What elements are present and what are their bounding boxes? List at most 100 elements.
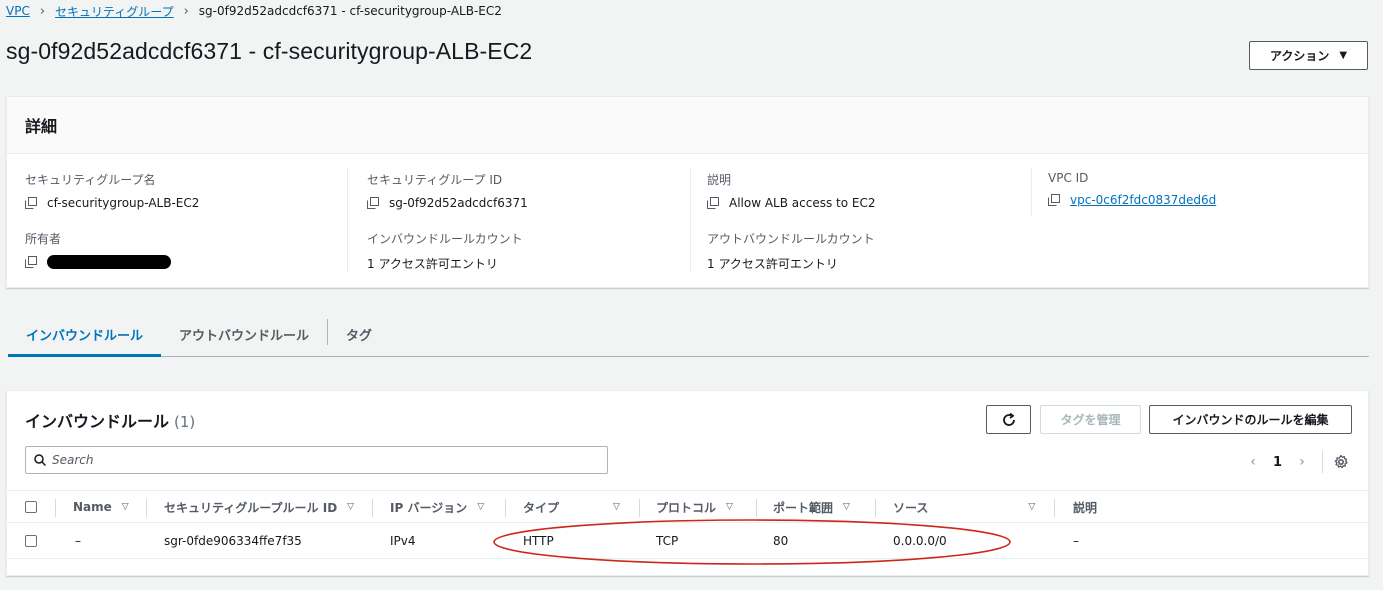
column-label: セキュリティグループルール ID (164, 500, 338, 515)
column-label: プロトコル (656, 500, 717, 515)
sg-id-value: sg-0f92d52adcdcf6371 (389, 196, 528, 210)
chevron-left-icon[interactable]: ‹ (1245, 454, 1261, 470)
column-divider (875, 499, 876, 517)
actions-button[interactable]: アクション ▼ (1249, 41, 1368, 70)
chevron-right-icon[interactable]: › (1294, 454, 1310, 470)
breadcrumb-vpc-link[interactable]: VPC (6, 4, 30, 18)
column-header-name[interactable]: Name ▽ (73, 491, 129, 523)
pagination-divider (1322, 451, 1324, 473)
row-checkbox[interactable] (25, 534, 37, 547)
column-divider (1054, 499, 1055, 517)
details-title: 詳細 (25, 117, 58, 136)
sort-icon: ▽ (477, 502, 485, 512)
cell-port-range: 80 (773, 533, 789, 548)
sort-icon: ▽ (843, 502, 850, 512)
column-divider (756, 499, 757, 517)
outbound-count-label: アウトバウンドルールカウント (707, 232, 875, 246)
row-select-cell (25, 523, 37, 558)
tab-inbound-rules[interactable]: インバウンドルール (8, 312, 162, 357)
vpc-id-field: VPC ID vpc-0c6f2fdc0837ded6d (1048, 171, 1216, 207)
breadcrumb-current: sg-0f92d52adcdcf6371 - cf-securitygroup-… (198, 4, 502, 18)
outbound-count-value: 1 アクセス許可エントリ (707, 257, 838, 271)
sort-icon: ▽ (1028, 502, 1036, 512)
breadcrumb-security-groups-link[interactable]: セキュリティグループ (55, 3, 174, 20)
column-divider (372, 499, 373, 517)
select-all-cell (25, 491, 37, 523)
details-grid: セキュリティグループ名 cf-securitygroup-ALB-EC2 セキュ… (7, 154, 1368, 288)
details-panel: 詳細 セキュリティグループ名 cf-securitygroup-ALB-EC2 … (6, 96, 1369, 288)
copy-icon[interactable] (707, 197, 719, 209)
description-value: Allow ALB access to EC2 (729, 196, 876, 210)
sort-icon: ▽ (726, 502, 733, 512)
edit-inbound-rules-button[interactable]: インバウンドのルールを編集 (1149, 405, 1352, 434)
inbound-count-value: 1 アクセス許可エントリ (367, 257, 498, 271)
copy-icon[interactable] (25, 197, 37, 209)
sort-icon: ▽ (121, 502, 129, 512)
column-divider (146, 499, 147, 517)
sort-icon: ▽ (347, 502, 355, 512)
column-divider (347, 168, 348, 272)
chevron-right-icon: › (39, 3, 46, 19)
column-header-port-range[interactable]: ポート範囲 ▽ (773, 491, 850, 523)
details-header: 詳細 (7, 97, 1368, 154)
refresh-button[interactable] (986, 405, 1031, 434)
sg-name-value: cf-securitygroup-ALB-EC2 (47, 196, 200, 210)
outbound-count-field: アウトバウンドルールカウント 1 アクセス許可エントリ (707, 230, 875, 272)
cell-source: 0.0.0.0/0 (893, 533, 947, 548)
tab-bar: インバウンドルール アウトバウンドルール タグ (8, 312, 1369, 357)
column-header-type[interactable]: タイプ ▽ (523, 491, 620, 523)
search-field[interactable] (25, 446, 608, 474)
column-header-description: 説明 (1073, 491, 1097, 523)
sg-name-field: セキュリティグループ名 cf-securitygroup-ALB-EC2 (25, 171, 199, 210)
column-header-rule-id[interactable]: セキュリティグループルール ID ▽ (164, 491, 354, 523)
table-row[interactable]: – sgr-0fde906334ffe7f35 IPv4 HTTP TCP 80… (7, 523, 1368, 559)
tab-tags[interactable]: タグ (328, 312, 390, 356)
gear-icon[interactable] (1333, 454, 1349, 470)
column-header-source[interactable]: ソース ▽ (893, 491, 1035, 523)
caret-down-icon: ▼ (1339, 50, 1348, 61)
column-label: Name (73, 500, 112, 514)
pagination: ‹ 1 › (1245, 451, 1349, 473)
column-label: タイプ (523, 500, 560, 515)
search-input[interactable] (52, 453, 592, 467)
sg-name-label: セキュリティグループ名 (25, 173, 156, 187)
cell-protocol: TCP (656, 533, 679, 548)
select-all-checkbox[interactable] (25, 501, 37, 513)
tab-outbound-rules[interactable]: アウトバウンドルール (161, 312, 327, 356)
inbound-rules-table: Name ▽ セキュリティグループルール ID ▽ IP バージョン ▽ タイプ ▽ プ… (7, 490, 1368, 559)
cell-description: – (1073, 533, 1079, 548)
owner-field: 所有者 (25, 230, 171, 269)
copy-icon[interactable] (25, 256, 37, 268)
cell-rule-id: sgr-0fde906334ffe7f35 (164, 533, 302, 548)
inbound-count-field: インバウンドルールカウント 1 アクセス許可エントリ (367, 230, 523, 272)
sg-id-label: セキュリティグループ ID (367, 173, 503, 187)
refresh-icon (1002, 412, 1015, 426)
sort-icon: ▽ (613, 502, 620, 512)
column-divider (639, 499, 640, 517)
column-divider (1031, 168, 1032, 216)
owner-label: 所有者 (25, 232, 62, 246)
column-label: ポート範囲 (773, 500, 834, 515)
cell-type: HTTP (523, 533, 554, 548)
inbound-count-label: インバウンドルールカウント (367, 232, 523, 246)
column-header-ip-version[interactable]: IP バージョン ▽ (390, 491, 484, 523)
column-label: IP バージョン (390, 500, 468, 515)
description-label: 説明 (707, 173, 732, 187)
inbound-rules-header: インバウンドルール (1) (25, 408, 195, 432)
description-field: 説明 Allow ALB access to EC2 (707, 171, 876, 210)
vpc-id-link[interactable]: vpc-0c6f2fdc0837ded6d (1070, 193, 1216, 207)
column-label: 説明 (1073, 500, 1098, 515)
column-header-protocol[interactable]: プロトコル ▽ (656, 491, 733, 523)
inbound-rules-panel: インバウンドルール (1) タグを管理 インバウンドのルールを編集 ‹ 1 › (6, 390, 1369, 576)
vpc-id-label: VPC ID (1048, 171, 1089, 185)
page-title: sg-0f92d52adcdcf6371 - cf-securitygroup-… (6, 38, 533, 64)
search-icon (34, 454, 46, 466)
sg-id-field: セキュリティグループ ID sg-0f92d52adcdcf6371 (367, 171, 528, 210)
copy-icon[interactable] (1048, 194, 1060, 206)
manage-tags-button[interactable]: タグを管理 (1040, 405, 1141, 434)
copy-icon[interactable] (367, 197, 379, 209)
current-page[interactable]: 1 (1273, 455, 1282, 470)
cell-ip-version: IPv4 (390, 533, 416, 548)
redacted-owner-id (47, 255, 171, 269)
breadcrumb: VPC › セキュリティグループ › sg-0f92d52adcdcf6371 … (6, 2, 502, 20)
